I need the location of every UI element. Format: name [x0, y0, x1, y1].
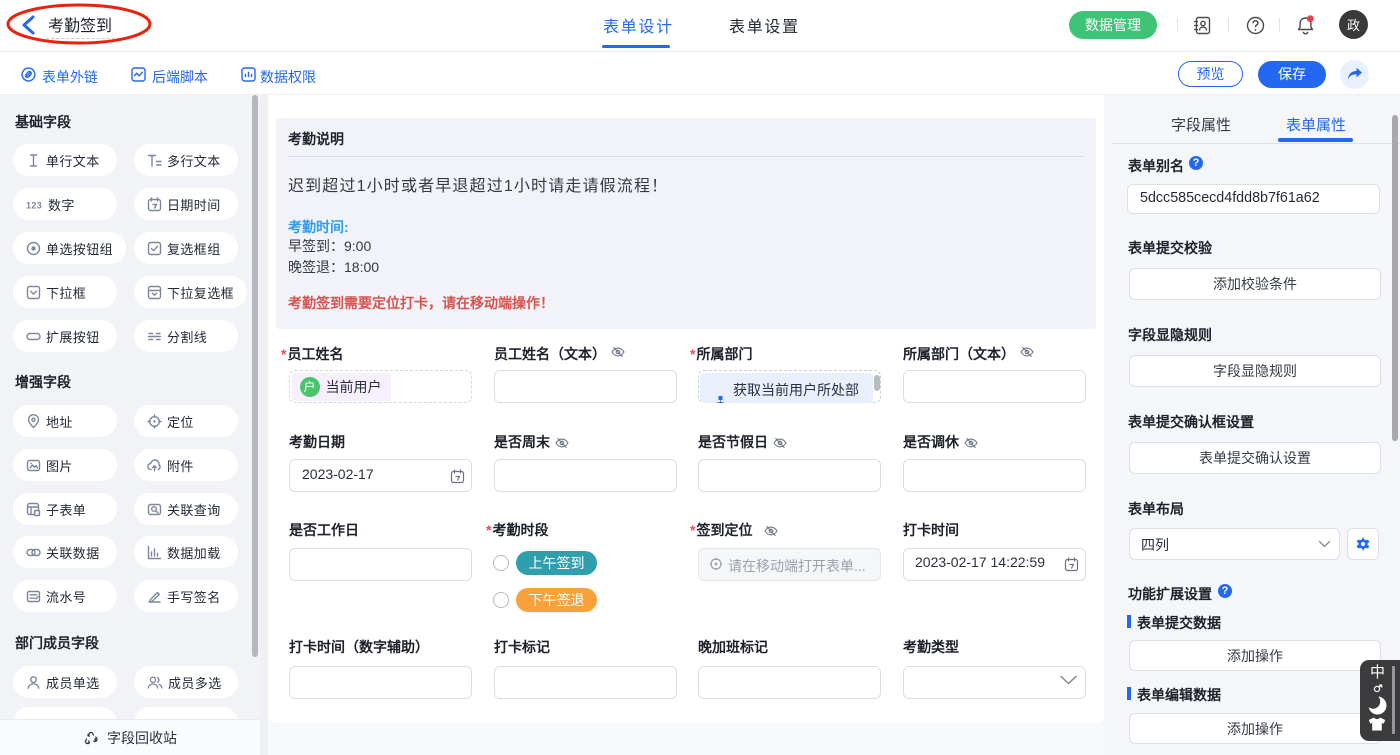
svg-text:123: 123 — [26, 200, 42, 210]
